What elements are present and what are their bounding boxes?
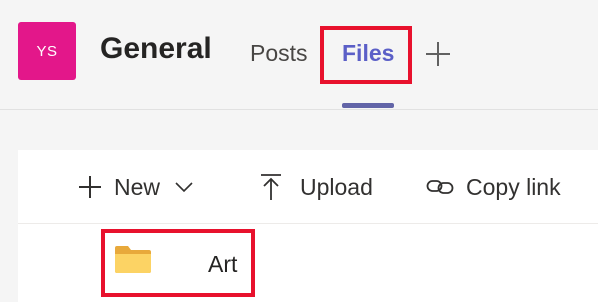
plus-icon: [78, 175, 102, 199]
copy-link-button[interactable]: Copy link: [426, 172, 561, 202]
upload-icon: [261, 174, 281, 200]
active-tab-indicator: [342, 103, 394, 108]
link-icon: [426, 180, 454, 194]
files-toolbar: New Upload Copy link: [18, 150, 598, 224]
files-tab-highlight-box: [320, 26, 412, 84]
new-button[interactable]: New: [78, 172, 194, 202]
team-avatar[interactable]: YS: [18, 22, 76, 80]
team-avatar-initials: YS: [36, 42, 58, 60]
tab-posts[interactable]: Posts: [250, 40, 308, 67]
copy-link-button-label: Copy link: [466, 173, 561, 200]
new-button-label: New: [114, 173, 161, 200]
add-tab-plus-icon[interactable]: [424, 40, 452, 68]
upload-button[interactable]: Upload: [260, 172, 373, 202]
chevron-down-icon: [175, 182, 193, 193]
channel-title: General: [100, 32, 212, 65]
upload-button-label: Upload: [300, 173, 373, 200]
art-folder-highlight-box: [101, 229, 255, 297]
teams-files-view: YS General Posts Files New Upload Copy l…: [0, 0, 598, 302]
channel-header: YS General Posts Files: [0, 0, 598, 110]
